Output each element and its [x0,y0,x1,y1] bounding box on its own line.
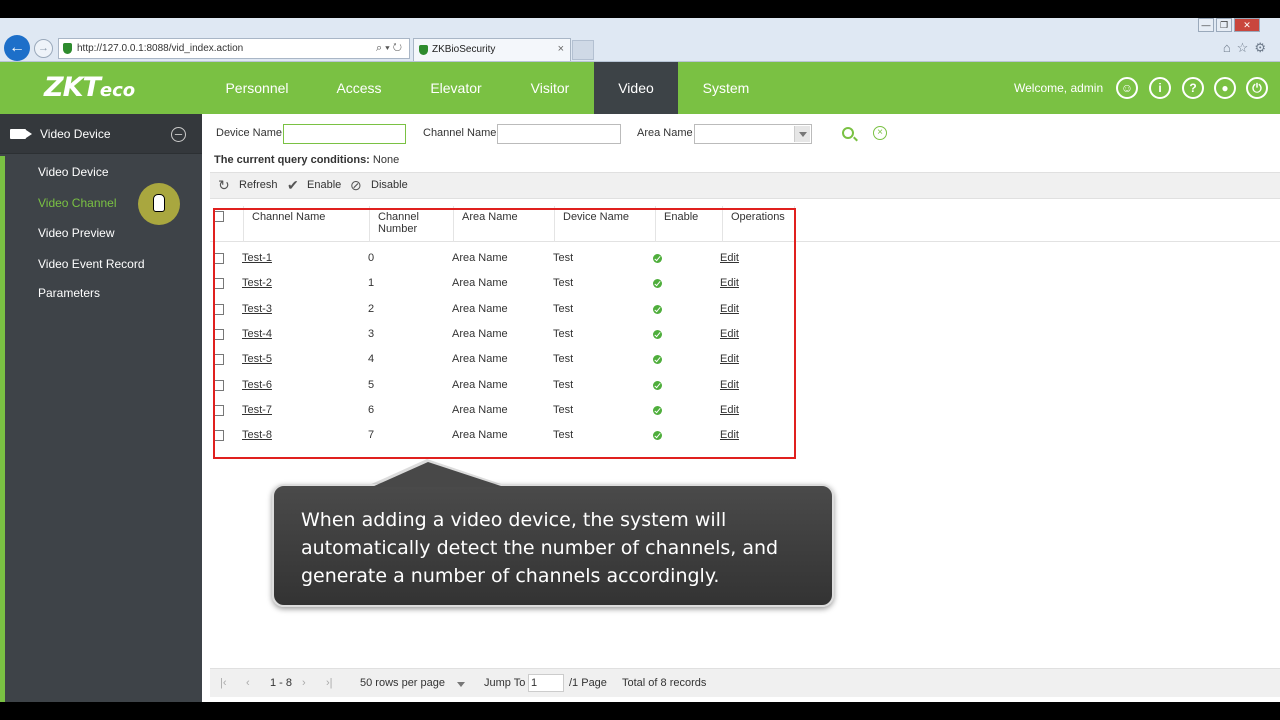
callout-pointer-fill [372,462,504,487]
welcome-text: Welcome, admin [1014,81,1104,95]
nav-elevator[interactable]: Elevator [411,62,501,114]
zkteco-logo: ZKTeco [44,72,136,103]
browser-chrome: ← → http://127.0.0.1:8088/vid_index.acti… [0,18,1280,62]
prev-page-icon[interactable]: ‹ [246,677,250,689]
jump-to-label: Jump To [484,677,526,689]
next-page-icon[interactable]: › [302,677,306,689]
query-conditions: The current query conditions: None [214,154,399,166]
power-icon[interactable]: ⏻ [1246,77,1268,99]
forward-button[interactable]: → [34,39,53,58]
search-icon[interactable] [842,127,854,139]
refresh-icon[interactable]: ↻ [218,177,230,194]
info-icon[interactable]: i [1149,77,1171,99]
minimize-button[interactable]: — [1198,18,1214,32]
maximize-button[interactable]: ❐ [1216,18,1232,32]
sidebar-item-parameters[interactable]: Parameters [38,286,100,300]
chevron-down-icon[interactable] [457,682,465,687]
tab-title: ZKBioSecurity [432,44,496,55]
page-total: /1 Page [569,677,607,689]
sidebar-item-video-channel[interactable]: Video Channel [38,196,117,210]
callout-text: When adding a video device, the system w… [301,509,779,587]
video-letterbox-top [0,0,1280,18]
search-bar: Device Name Channel Name Area Name × [202,114,1280,154]
tab-favicon-icon [419,45,428,55]
rows-per-page-select[interactable]: 50 rows per page [360,677,445,689]
record-range: 1 - 8 [270,677,293,689]
security-shield-icon [63,43,72,54]
sidebar-item-video-preview[interactable]: Video Preview [38,226,115,240]
channel-name-label: Channel Name [423,127,497,139]
device-name-label: Device Name [216,127,283,139]
nav-access[interactable]: Access [314,62,404,114]
sidebar-accent-strip [0,156,5,702]
chevron-down-icon[interactable] [794,126,810,142]
nav-visitor[interactable]: Visitor [505,62,595,114]
tab-close-icon[interactable]: × [558,39,564,60]
video-camera-icon [10,129,32,139]
checkmark-icon[interactable]: ✔ [287,177,299,194]
refresh-button[interactable]: Refresh [239,179,278,191]
query-conditions-value: None [372,154,400,166]
table-highlight-box [213,208,796,459]
sidebar-header-label: Video Device [40,127,111,141]
collapse-icon[interactable]: – [171,127,186,142]
device-name-input[interactable] [283,124,406,144]
area-name-label: Area Name [637,127,693,139]
channel-name-input[interactable] [497,124,621,144]
back-button[interactable]: ← [4,35,30,61]
disable-icon[interactable]: ⊘ [350,177,362,194]
browser-tab[interactable]: ZKBioSecurity × [413,38,571,61]
account-icon[interactable]: ● [1214,77,1236,99]
enable-button[interactable]: Enable [307,179,341,191]
sidebar-item-video-event-record[interactable]: Video Event Record [38,257,145,271]
clear-icon[interactable]: × [873,126,887,140]
new-tab-button[interactable] [572,40,594,60]
sidebar-header[interactable]: Video Device – [0,114,202,154]
address-tools-icon[interactable]: ⌕▾↻ [376,39,405,58]
jump-to-input[interactable]: 1 [528,674,564,692]
tutorial-callout: When adding a video device, the system w… [272,484,834,607]
video-letterbox-bottom [0,702,1280,720]
address-bar[interactable]: http://127.0.0.1:8088/vid_index.action ⌕… [58,38,410,59]
user-icon[interactable]: ☺ [1116,77,1138,99]
window-close-button[interactable]: ✕ [1234,18,1260,32]
help-icon[interactable]: ? [1182,77,1204,99]
browser-home-star-gear-icons[interactable]: ⌂☆⚙ [1223,40,1272,56]
app-header: ZKTeco Personnel Access Elevator Visitor… [0,62,1280,114]
last-page-icon[interactable]: ›| [326,677,333,689]
toolbar: ↻ Refresh ✔ Enable ⊘ Disable [210,172,1280,199]
first-page-icon[interactable]: |‹ [220,677,227,689]
record-total: Total of 8 records [622,677,707,689]
sidebar-item-video-device[interactable]: Video Device [38,165,109,179]
hand-cursor-icon [153,194,165,212]
disable-button[interactable]: Disable [371,179,408,191]
query-conditions-label: The current query conditions: [214,154,370,166]
nav-personnel[interactable]: Personnel [212,62,302,114]
pagination-bar: |‹ ‹ 1 - 8 › ›| 50 rows per page Jump To… [210,668,1280,697]
area-name-select[interactable] [694,124,812,144]
nav-video[interactable]: Video [594,62,678,114]
url-text: http://127.0.0.1:8088/vid_index.action [77,43,244,54]
nav-system[interactable]: System [681,62,771,114]
